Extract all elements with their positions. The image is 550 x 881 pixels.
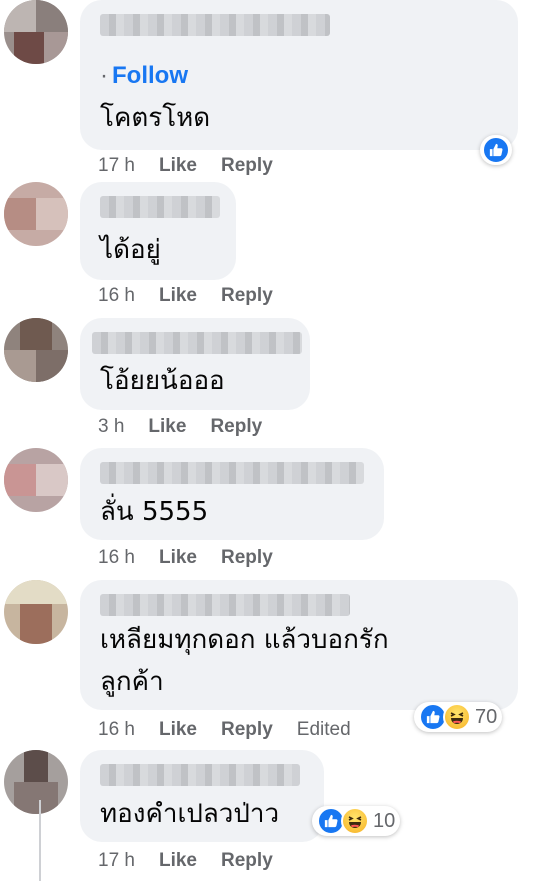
reply-button[interactable]: Reply	[221, 285, 273, 307]
author-name[interactable]	[92, 332, 302, 354]
comment-time[interactable]: 16 h	[98, 285, 135, 307]
haha-reaction-icon	[443, 703, 471, 731]
reply-button[interactable]: Reply	[221, 547, 273, 569]
avatar[interactable]	[4, 0, 68, 64]
thumbs-up-icon	[324, 814, 338, 828]
comment-time[interactable]: 16 h	[98, 547, 135, 569]
like-reaction-icon	[482, 136, 510, 164]
edited-label: Edited	[296, 719, 351, 740]
follow-link[interactable]: · Follow	[100, 62, 188, 90]
like-button[interactable]: Like	[159, 285, 197, 307]
comment-actions: 3 h Like Reply	[98, 416, 286, 438]
like-button[interactable]: Like	[159, 719, 197, 741]
avatar[interactable]	[4, 580, 68, 644]
comment-bubble: โอ้ยยน้อออ	[80, 318, 310, 410]
follow-label[interactable]: Follow	[112, 62, 188, 89]
comment-time[interactable]: 3 h	[98, 416, 124, 438]
like-button[interactable]: Like	[148, 416, 186, 438]
author-name[interactable]	[100, 196, 220, 218]
thumbs-up-icon	[489, 143, 503, 157]
avatar[interactable]	[4, 448, 68, 512]
comment-actions: 16 h Like Reply	[98, 285, 297, 307]
avatar[interactable]	[4, 182, 68, 246]
author-name[interactable]	[100, 594, 350, 616]
reply-button[interactable]: Reply	[221, 850, 273, 872]
comment-actions: 17 h Like Reply	[98, 155, 297, 177]
comment-actions: 17 h Like Reply	[98, 850, 297, 872]
author-name[interactable]	[100, 14, 330, 36]
reaction-count: 10	[373, 809, 396, 832]
comment-time[interactable]: 17 h	[98, 850, 135, 872]
comment-bubble: ได้อยู่	[80, 182, 236, 280]
comment-text: ได้อยู่	[100, 235, 161, 265]
separator-dot: ·	[100, 62, 108, 89]
thumbs-up-icon	[426, 710, 440, 724]
author-name[interactable]	[100, 462, 364, 484]
comment-text: ลูกค้า	[100, 667, 164, 697]
comment-bubble: · Follow โคตรโหด	[80, 0, 518, 150]
comment-bubble: ลั่น 5555	[80, 448, 384, 540]
comment-text: ลั่น 5555	[100, 497, 209, 527]
comment-actions: 16 h Like Reply	[98, 547, 297, 569]
reaction-count: 70	[475, 705, 498, 728]
reply-button[interactable]: Reply	[210, 416, 262, 438]
comment-text: ทองคำเปลวป่าว	[100, 799, 280, 829]
like-button[interactable]: Like	[159, 547, 197, 569]
comment-text: โคตรโหด	[100, 103, 211, 133]
reaction-summary[interactable]: 70	[414, 702, 503, 732]
thread-line	[39, 800, 41, 881]
comment-time[interactable]: 16 h	[98, 719, 135, 741]
avatar[interactable]	[4, 750, 68, 814]
avatar[interactable]	[4, 318, 68, 382]
reaction-summary[interactable]	[480, 135, 512, 165]
comment-bubble: ทองคำเปลวป่าว	[80, 750, 324, 842]
comment-text: โอ้ยยน้อออ	[100, 366, 225, 396]
comment-bubble: เหลียมทุกดอก แล้วบอกรัก ลูกค้า	[80, 580, 518, 710]
comment-text: เหลียมทุกดอก แล้วบอกรัก	[100, 625, 389, 655]
author-name[interactable]	[100, 764, 300, 786]
reaction-summary[interactable]: 10	[312, 806, 401, 836]
like-button[interactable]: Like	[159, 155, 197, 177]
comment-time[interactable]: 17 h	[98, 155, 135, 177]
comment-actions: 16 h Like Reply Edited	[98, 719, 375, 741]
reply-button[interactable]: Reply	[221, 155, 273, 177]
like-button[interactable]: Like	[159, 850, 197, 872]
reply-button[interactable]: Reply	[221, 719, 273, 741]
haha-reaction-icon	[341, 807, 369, 835]
